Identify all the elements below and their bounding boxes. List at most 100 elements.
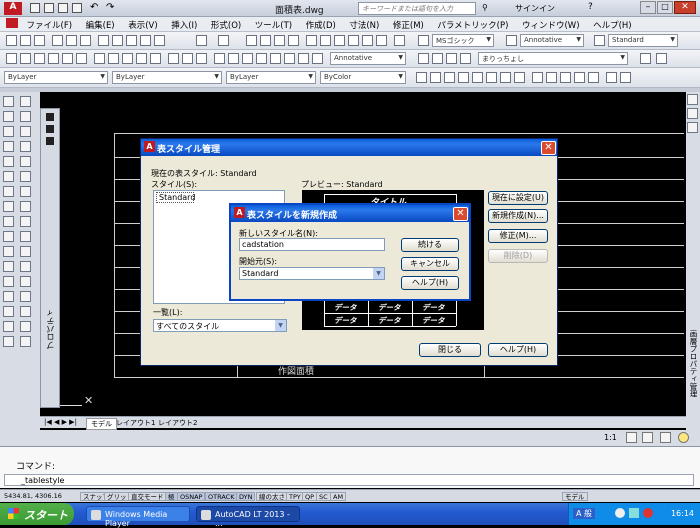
multileader-icon[interactable] — [298, 53, 309, 64]
zoom-realtime-icon[interactable] — [260, 35, 271, 46]
text-icon[interactable] — [214, 53, 225, 64]
fillet-icon[interactable] — [3, 336, 14, 347]
scale-icon[interactable] — [20, 276, 31, 287]
construction-line-icon[interactable] — [20, 96, 31, 107]
undo-icon[interactable] — [196, 35, 207, 46]
style-item-standard[interactable]: Standard — [156, 192, 195, 203]
block-icon[interactable] — [20, 171, 31, 182]
cancel-button[interactable]: キャンセル — [401, 257, 459, 271]
annotative-scale-select[interactable]: Annotative — [330, 52, 406, 65]
tray-security-icon[interactable] — [643, 508, 653, 518]
spline-icon[interactable] — [3, 156, 14, 167]
zoom-previous-icon[interactable] — [288, 35, 299, 46]
undo-icon[interactable]: ↶ — [90, 2, 98, 13]
layer-iso-icon[interactable] — [460, 53, 471, 64]
annotation-visibility-icon[interactable] — [626, 432, 637, 443]
join-icon[interactable] — [3, 321, 14, 332]
publish-icon[interactable] — [80, 35, 91, 46]
palette-close-icon[interactable] — [46, 113, 54, 121]
tray-sound-icon[interactable] — [615, 508, 625, 518]
array-icon[interactable] — [3, 261, 14, 272]
dim-style-select[interactable]: まりっちょし — [478, 52, 628, 65]
circle-icon[interactable] — [3, 141, 14, 152]
arc-icon[interactable] — [34, 53, 45, 64]
snap-tangent-icon[interactable] — [514, 72, 525, 83]
close-icon[interactable]: ✕ — [453, 207, 468, 221]
help-icon[interactable]: ? — [588, 2, 593, 12]
close-icon[interactable] — [687, 94, 698, 105]
menu-parametric[interactable]: パラメトリック(P) — [437, 17, 508, 31]
line-icon[interactable] — [6, 53, 17, 64]
dim-angular-icon[interactable] — [122, 53, 133, 64]
circle-icon[interactable] — [48, 53, 59, 64]
set-current-button[interactable]: 現在に設定(U) — [488, 191, 548, 205]
design-center-icon[interactable] — [320, 35, 331, 46]
modify-style-button[interactable]: 修正(M)... — [488, 229, 548, 243]
rectangle-icon[interactable] — [62, 53, 73, 64]
snap-parallel-icon[interactable] — [546, 72, 557, 83]
save-icon[interactable] — [58, 3, 68, 13]
start-button[interactable]: スタート — [0, 503, 74, 525]
ellipse-icon[interactable] — [20, 156, 31, 167]
command-input[interactable]: _tablestyle — [4, 474, 694, 486]
dim-update-icon[interactable] — [312, 53, 323, 64]
paste-icon[interactable] — [126, 35, 137, 46]
snap-apparent-icon[interactable] — [458, 72, 469, 83]
match-properties-icon[interactable] — [140, 35, 151, 46]
binoculars-icon[interactable]: ⚲ — [482, 3, 488, 12]
lineweight-select[interactable]: ByLayer — [226, 71, 316, 84]
task-media-player[interactable]: Windows Media Player — [86, 506, 190, 528]
cut-icon[interactable] — [98, 35, 109, 46]
help-button[interactable]: ヘルプ(H) — [488, 343, 548, 357]
layer-manager-palette[interactable]: 画層プロパティ管理 — [686, 330, 700, 410]
region-icon[interactable] — [284, 53, 295, 64]
table-style-icon[interactable] — [594, 35, 605, 46]
tool-palettes-icon[interactable] — [334, 35, 345, 46]
autocad-logo-icon[interactable]: A — [4, 2, 22, 15]
rotate-icon[interactable] — [3, 276, 14, 287]
ime-indicator[interactable]: A 般 — [573, 508, 596, 519]
snap-endpoint-icon[interactable] — [416, 72, 427, 83]
line-icon[interactable] — [3, 96, 14, 107]
minimize-button[interactable]: – — [640, 1, 656, 14]
snap-node-icon[interactable] — [574, 72, 585, 83]
snap-nearest-icon[interactable] — [588, 72, 599, 83]
layer-props-icon[interactable] — [418, 53, 429, 64]
tray-network-icon[interactable] — [629, 508, 639, 518]
snap-none-icon[interactable] — [606, 72, 617, 83]
style-name-input[interactable]: cadstation — [239, 238, 385, 251]
open-icon[interactable] — [44, 3, 54, 13]
extend-icon[interactable] — [3, 306, 14, 317]
autoscale-icon[interactable] — [642, 432, 653, 443]
redo-icon[interactable]: ↷ — [106, 2, 114, 13]
new-icon[interactable] — [30, 3, 40, 13]
polyline-icon[interactable] — [20, 53, 31, 64]
close-window-button[interactable]: ✕ — [674, 1, 696, 14]
tab-nav-first-icon[interactable]: |◀ ◀ ▶ ▶| — [44, 418, 77, 426]
break-icon[interactable] — [20, 306, 31, 317]
offset-icon[interactable] — [20, 246, 31, 257]
point-icon[interactable] — [3, 186, 14, 197]
mirror-icon[interactable] — [3, 246, 14, 257]
snap-midpoint-icon[interactable] — [430, 72, 441, 83]
center-mark-icon[interactable] — [196, 53, 207, 64]
toggle-osnap[interactable]: OSNAP — [177, 492, 206, 501]
block-editor-icon[interactable] — [154, 35, 165, 46]
layer-match-icon[interactable] — [656, 53, 667, 64]
insert-icon[interactable] — [3, 171, 14, 182]
stretch-icon[interactable] — [3, 291, 14, 302]
layer-previous-icon[interactable] — [446, 53, 457, 64]
toggle-ortho[interactable]: 直交モード — [128, 492, 167, 501]
quickcalc-icon[interactable] — [376, 35, 387, 46]
tab-layout2[interactable]: レイアウト2 — [158, 418, 197, 428]
snap-center-icon[interactable] — [486, 72, 497, 83]
trim-icon[interactable] — [20, 291, 31, 302]
hatch-icon[interactable] — [20, 186, 31, 197]
list-filter-select[interactable]: すべてのスタイル — [153, 319, 287, 332]
properties-icon[interactable] — [306, 35, 317, 46]
continue-button[interactable]: 続ける — [401, 238, 459, 252]
polyline-icon[interactable] — [3, 111, 14, 122]
print-icon[interactable] — [72, 3, 82, 13]
close-icon[interactable]: ✕ — [541, 141, 556, 155]
snap-quadrant-icon[interactable] — [500, 72, 511, 83]
